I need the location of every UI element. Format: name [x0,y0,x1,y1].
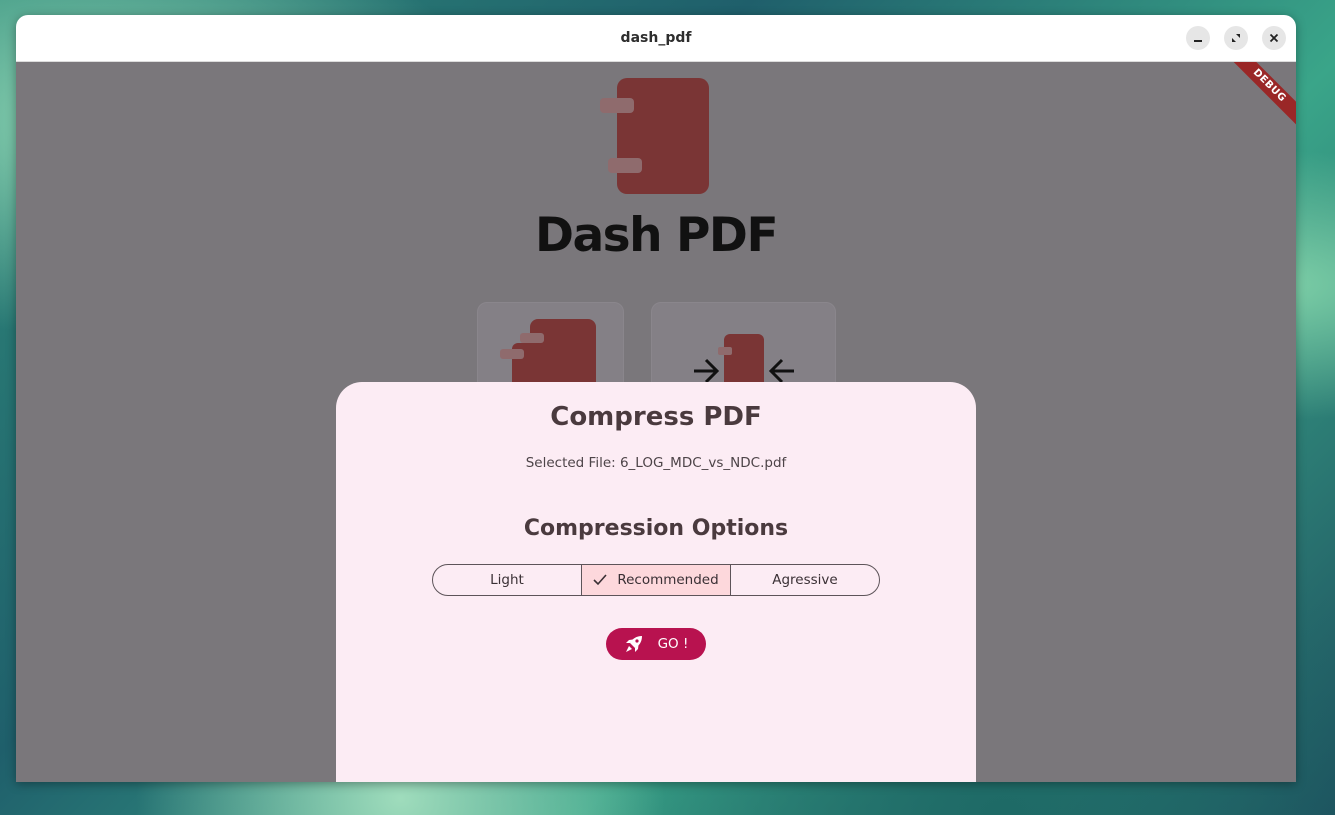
option-agressive[interactable]: Agressive [730,565,879,595]
option-label: Recommended [617,572,719,588]
minimize-button[interactable] [1186,26,1210,50]
maximize-button[interactable] [1224,26,1248,50]
selected-file-label: Selected File: 6_LOG_MDC_vs_NDC.pdf [525,455,787,471]
go-button[interactable]: GO ! [606,628,706,660]
app-window: dash_pdf DEBUG Dash PDF Compress PDF Sel… [16,15,1296,782]
dash-pdf-logo-icon [600,78,709,194]
option-label: Light [490,572,524,588]
window-controls [1186,26,1286,50]
go-button-label: GO ! [657,636,689,652]
compress-dialog-sheet: Compress PDF Selected File: 6_LOG_MDC_vs… [336,382,976,782]
dialog-title: Compress PDF [550,402,762,432]
debug-banner: DEBUG [1224,62,1296,131]
title-bar[interactable]: dash_pdf [16,15,1296,62]
compression-options-heading: Compression Options [523,516,789,541]
app-title: Dash PDF [534,208,779,263]
maximize-icon [1232,34,1240,42]
check-icon [593,574,607,586]
close-button[interactable] [1262,26,1286,50]
compression-options-selector: Light Recommended Agressive [432,564,880,596]
option-label: Agressive [772,572,838,588]
rocket-icon [625,636,642,652]
app-content: DEBUG Dash PDF Compress PDF Selected Fil… [16,62,1296,782]
minimize-icon [1194,40,1202,42]
window-title: dash_pdf [620,30,692,46]
close-icon [1269,33,1279,43]
option-light[interactable]: Light [433,565,581,595]
option-recommended[interactable]: Recommended [581,565,730,595]
